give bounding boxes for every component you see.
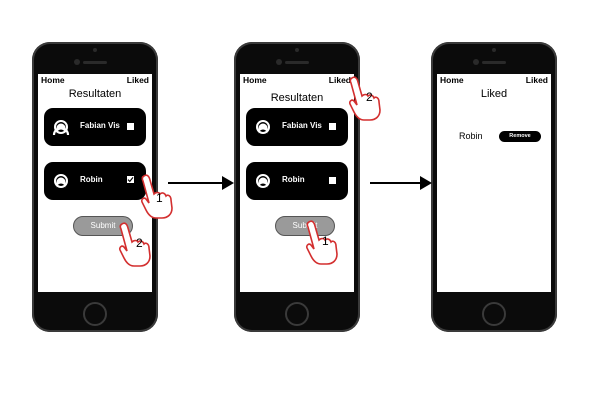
step-number: 2 (136, 236, 143, 250)
nav-home[interactable]: Home (41, 75, 65, 85)
card-name: Fabian Vis (80, 121, 120, 130)
nav-home[interactable]: Home (440, 75, 464, 85)
home-button[interactable] (285, 302, 309, 326)
like-checkbox[interactable] (127, 123, 134, 130)
result-card-fabian[interactable]: Fabian Vis (44, 108, 146, 146)
user-avatar-icon (52, 120, 70, 136)
user-avatar-icon (54, 174, 68, 188)
phone-speaker (285, 61, 309, 64)
step-number: 1 (322, 234, 329, 248)
result-card-robin[interactable]: Robin (246, 162, 348, 200)
user-avatar-icon (256, 120, 270, 134)
liked-name: Robin (459, 131, 483, 141)
like-checkbox-checked[interactable] (127, 176, 134, 183)
result-card-fabian[interactable]: Fabian Vis (246, 108, 348, 146)
nav-liked[interactable]: Liked (127, 75, 149, 85)
result-card-robin[interactable]: Robin (44, 162, 146, 200)
checkmark-icon (127, 177, 134, 183)
page-title: Resultaten (270, 92, 324, 104)
user-avatar-icon (256, 174, 270, 188)
page-title: Liked (480, 88, 508, 100)
page-title: Resultaten (68, 88, 122, 100)
phone-sensor (93, 48, 97, 52)
card-name: Robin (282, 175, 305, 184)
phone-camera (276, 59, 282, 65)
phone-speaker (83, 61, 107, 64)
flow-arrow-2 (370, 176, 432, 190)
home-button[interactable] (83, 302, 107, 326)
phone-camera (473, 59, 479, 65)
phone-sensor (295, 48, 299, 52)
phone-sensor (492, 48, 496, 52)
card-name: Robin (80, 175, 103, 184)
like-checkbox[interactable] (329, 123, 336, 130)
nav-liked[interactable]: Liked (526, 75, 548, 85)
home-button[interactable] (482, 302, 506, 326)
phone-3: Home Liked Liked Robin Remove (431, 42, 557, 332)
step-number: 1 (156, 191, 163, 205)
phone-3-screen: Home Liked Liked Robin Remove (437, 74, 551, 292)
card-name: Fabian Vis (282, 121, 322, 130)
phone-camera (74, 59, 80, 65)
like-checkbox[interactable] (329, 177, 336, 184)
phone-speaker (482, 61, 506, 64)
step-number: 2 (366, 90, 373, 104)
remove-button[interactable]: Remove (499, 131, 541, 142)
nav-home[interactable]: Home (243, 75, 267, 85)
phone-2: Home Liked Resultaten Fabian Vis Robin S… (234, 42, 360, 332)
